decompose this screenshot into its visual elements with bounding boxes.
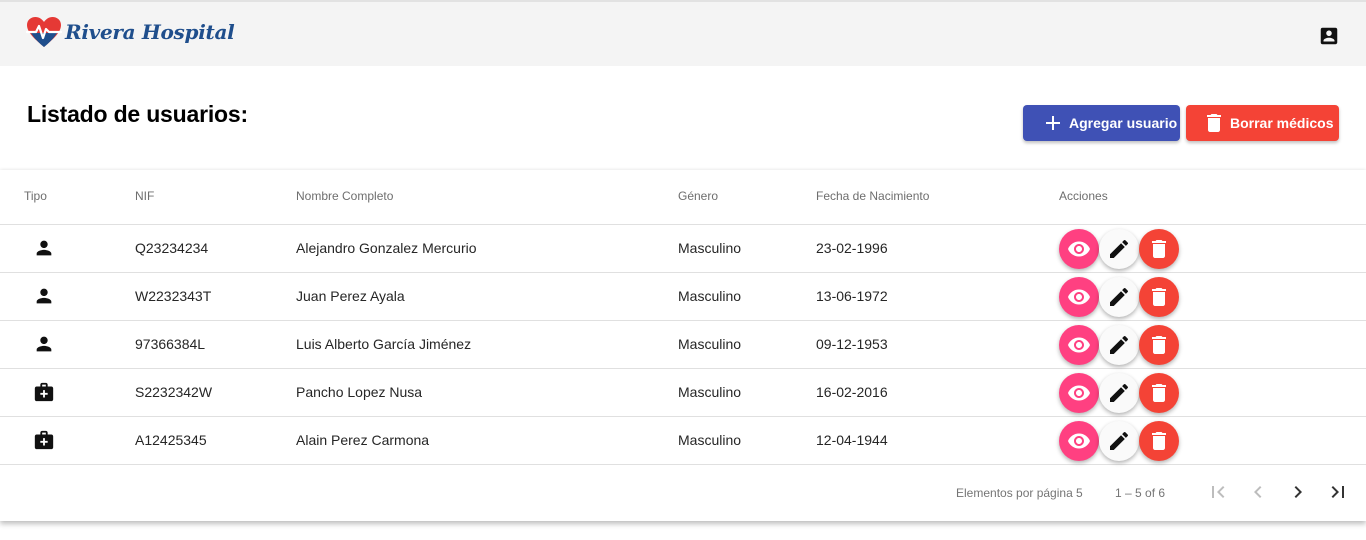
add-user-label: Agregar usuario — [1069, 115, 1178, 131]
cell-nombre: Juan Perez Ayala — [296, 288, 405, 304]
delete-button[interactable] — [1139, 421, 1179, 461]
view-button[interactable] — [1059, 325, 1099, 365]
column-header-nif[interactable]: NIF — [135, 189, 154, 203]
table-row: 97366384L Luis Alberto García Jiménez Ma… — [0, 321, 1366, 369]
pencil-icon — [1110, 431, 1129, 450]
column-header-fecha[interactable]: Fecha de Nacimiento — [816, 189, 929, 203]
logo[interactable]: Rivera Hospital — [26, 16, 235, 48]
cell-fecha: 12-04-1944 — [816, 432, 888, 448]
delete-doctors-button[interactable]: Borrar médicos — [1186, 105, 1339, 141]
table-row: S2232342W Pancho Lopez Nusa Masculino 16… — [0, 369, 1366, 417]
cell-nombre: Alejandro Gonzalez Mercurio — [296, 240, 477, 256]
column-header-acciones: Acciones — [1059, 189, 1108, 203]
table-header: Tipo NIF Nombre Completo Género Fecha de… — [0, 170, 1366, 225]
cell-fecha: 09-12-1953 — [816, 336, 888, 352]
last-page-icon[interactable] — [1326, 480, 1350, 504]
column-header-nombre[interactable]: Nombre Completo — [296, 189, 393, 203]
person-icon — [36, 336, 52, 352]
cell-nombre: Pancho Lopez Nusa — [296, 384, 423, 400]
trash-icon — [1152, 336, 1166, 354]
eye-icon — [1068, 433, 1090, 449]
eye-icon — [1068, 289, 1090, 305]
logo-text: Rivera Hospital — [65, 20, 235, 44]
delete-doctors-label: Borrar médicos — [1230, 115, 1334, 131]
cell-nif: S2232342W — [135, 384, 213, 400]
top-bar: Rivera Hospital — [0, 0, 1366, 66]
delete-button[interactable] — [1139, 373, 1179, 413]
page-size-select[interactable]: 5 — [1076, 486, 1083, 500]
heart-pulse-icon — [26, 17, 62, 47]
first-page-icon[interactable] — [1206, 480, 1230, 504]
table-row: W2232343T Juan Perez Ayala Masculino 13-… — [0, 273, 1366, 321]
cell-fecha: 13-06-1972 — [816, 288, 888, 304]
trash-icon — [1207, 114, 1221, 132]
users-table: Tipo NIF Nombre Completo Género Fecha de… — [0, 170, 1366, 521]
medical-bag-icon — [34, 382, 54, 402]
medical-bag-icon — [34, 430, 54, 450]
cell-genero: Masculino — [678, 240, 742, 256]
eye-icon — [1068, 241, 1090, 257]
add-user-button[interactable]: Agregar usuario — [1023, 105, 1180, 141]
cell-nombre: Luis Alberto García Jiménez — [296, 336, 472, 352]
cell-genero: Masculino — [678, 432, 742, 448]
trash-icon — [1152, 240, 1166, 258]
cell-fecha: 23-02-1996 — [816, 240, 888, 256]
cell-nif: A12425345 — [135, 432, 207, 448]
items-per-page-label: Elementos por página — [956, 486, 1073, 500]
column-header-tipo[interactable]: Tipo — [24, 189, 47, 203]
pencil-icon — [1110, 287, 1129, 306]
eye-icon — [1068, 337, 1090, 353]
cell-nif: 97366384L — [135, 336, 206, 352]
cell-nif: W2232343T — [135, 288, 212, 304]
cell-genero: Masculino — [678, 336, 742, 352]
view-button[interactable] — [1059, 229, 1099, 269]
pencil-icon — [1110, 335, 1129, 354]
eye-icon — [1068, 385, 1090, 401]
cell-genero: Masculino — [678, 288, 742, 304]
pencil-icon — [1110, 239, 1129, 258]
view-button[interactable] — [1059, 373, 1099, 413]
cell-nif: Q23234234 — [135, 240, 209, 256]
delete-button[interactable] — [1139, 229, 1179, 269]
page-title: Listado de usuarios: — [27, 101, 248, 127]
next-page-icon[interactable] — [1286, 480, 1310, 504]
table-row: Q23234234 Alejandro Gonzalez Mercurio Ma… — [0, 225, 1366, 273]
view-button[interactable] — [1059, 277, 1099, 317]
cell-fecha: 16-02-2016 — [816, 384, 888, 400]
person-icon — [36, 240, 52, 256]
page-range-label: 1 – 5 of 6 — [1115, 486, 1166, 500]
edit-button[interactable] — [1099, 373, 1139, 413]
delete-button[interactable] — [1139, 277, 1179, 317]
edit-button[interactable] — [1099, 277, 1139, 317]
cell-genero: Masculino — [678, 384, 742, 400]
edit-button[interactable] — [1099, 421, 1139, 461]
trash-icon — [1152, 384, 1166, 402]
view-button[interactable] — [1059, 421, 1099, 461]
column-header-genero[interactable]: Género — [678, 189, 718, 203]
trash-icon — [1152, 288, 1166, 306]
plus-icon — [1046, 116, 1060, 130]
edit-button[interactable] — [1099, 325, 1139, 365]
pencil-icon — [1110, 383, 1129, 402]
person-icon — [36, 288, 52, 304]
table-row: A12425345 Alain Perez Carmona Masculino … — [0, 417, 1366, 465]
trash-icon — [1152, 432, 1166, 450]
delete-button[interactable] — [1139, 325, 1179, 365]
previous-page-icon[interactable] — [1246, 480, 1270, 504]
account-box-icon[interactable] — [1318, 25, 1340, 47]
cell-nombre: Alain Perez Carmona — [296, 432, 430, 448]
edit-button[interactable] — [1099, 229, 1139, 269]
